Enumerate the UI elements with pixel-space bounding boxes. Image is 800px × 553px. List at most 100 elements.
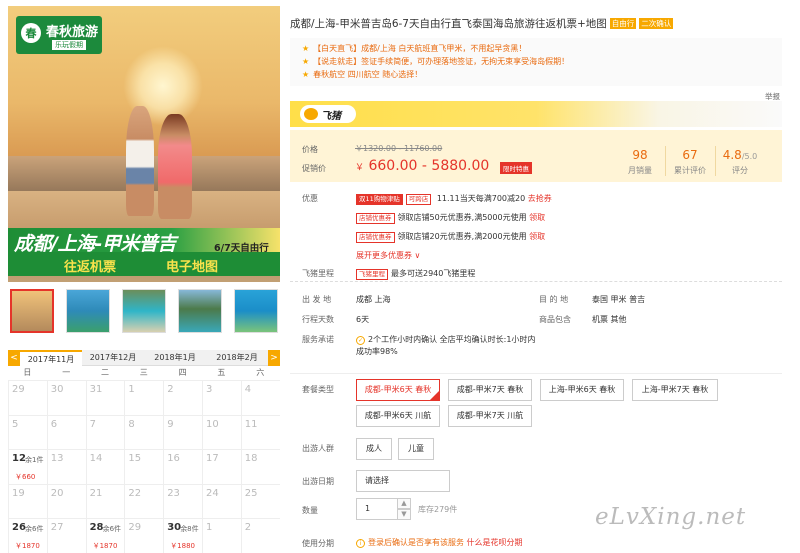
calendar-price: ￥660: [15, 473, 36, 481]
calendar-day: 9: [163, 414, 202, 449]
calendar-day: 13: [46, 449, 86, 484]
promo-tag-2: 可跨店: [405, 194, 432, 205]
calendar-day-number: 27: [50, 522, 64, 533]
chunqiu-logo: 春 春秋旅游 乐玩假期: [16, 16, 102, 54]
fliggy-name: 飞猪: [321, 110, 341, 122]
calendar-day: 27: [46, 518, 86, 553]
departure-value: 成都 上海: [356, 295, 391, 304]
people-adult-option[interactable]: 成人: [356, 438, 392, 460]
star-icon: ★: [302, 70, 310, 79]
calendar-day[interactable]: 30 余8件 ￥1880: [163, 518, 202, 553]
calendar-day: 8: [124, 414, 164, 449]
promo-tag: 店铺优惠券: [356, 213, 395, 224]
orig-price: ￥1320.00 - 11760.00: [355, 144, 443, 153]
destination-value: 泰国 甲米 普吉: [592, 295, 646, 304]
days-value: 6天: [356, 315, 370, 324]
highlight-2: ★ 【说走就走】签证手续简便，可办理落地签证，无拘无束享受海岛假期！: [302, 57, 570, 66]
banner-title: 成都/上海-甲米普吉: [14, 233, 176, 255]
woman-figure: [158, 114, 192, 219]
quantity-input[interactable]: 1: [356, 498, 398, 520]
logo-badge-icon: 春: [21, 23, 41, 43]
calendar-day: 2: [240, 518, 280, 553]
people-child-option[interactable]: 儿童: [398, 438, 434, 460]
limited-badge: 限时特惠: [500, 162, 532, 174]
package-option-5[interactable]: 成都-甲米6天 川航: [356, 405, 440, 427]
calendar-day[interactable]: 26 余6件 ￥1870: [8, 518, 47, 553]
calendar-day-number: 4: [244, 384, 252, 395]
calendar-tab-2018-02[interactable]: 2018年2月: [206, 350, 268, 366]
calendar-day: 1: [124, 380, 164, 415]
divider: [290, 281, 782, 282]
destination-label: 目 的 地: [539, 295, 569, 304]
calendar-day: 22: [124, 483, 164, 518]
more-coupons-link[interactable]: 展开更多优惠券 ∨: [356, 250, 420, 261]
calendar-day-number: 30: [50, 384, 64, 395]
calendar-next-button[interactable]: >: [268, 350, 280, 366]
promo-tag: 双11购物津贴: [356, 194, 403, 205]
calendar-month-tabs: < 2017年11月 2017年12月 2018年1月 2018年2月 >: [8, 350, 280, 366]
get-coupon-link[interactable]: 去抢券: [528, 194, 552, 203]
product-title: 成都/上海-甲米普吉岛6-7天自由行直飞泰国海岛旅游往返机票+地图 自由行 二次确认: [290, 16, 674, 31]
calendar-day-number: 14: [89, 453, 103, 464]
package-option-3[interactable]: 上海-甲米6天 春秋: [540, 379, 624, 401]
thumbnail-2[interactable]: [66, 289, 110, 333]
quantity-increase-button[interactable]: ▲: [397, 498, 411, 509]
includes-value: 机票 其他: [592, 315, 627, 324]
claim-coupon-link[interactable]: 领取: [529, 232, 545, 241]
calendar-day-number: 12: [12, 453, 26, 464]
calendar-day: 6: [46, 414, 86, 449]
calendar-prev-button[interactable]: <: [8, 350, 20, 366]
installment-help-link[interactable]: 什么是花呗分期: [467, 538, 523, 547]
package-option-1[interactable]: 成都-甲米6天 春秋: [356, 379, 440, 401]
thumbnail-5[interactable]: [234, 289, 278, 333]
calendar-day-number: 5: [12, 418, 19, 430]
thumbnail-3[interactable]: [122, 289, 166, 333]
package-option-4[interactable]: 上海-甲米7天 春秋: [632, 379, 718, 401]
star-icon: ★: [302, 57, 310, 66]
thumbnail-1[interactable]: [10, 289, 54, 333]
stat-reviews[interactable]: 67 累计评价: [665, 148, 715, 176]
calendar-day: 20: [46, 483, 86, 518]
fliggy-bar: [290, 101, 782, 127]
calendar-day-number: 24: [206, 487, 219, 499]
package-option-6[interactable]: 成都-甲米7天 川航: [448, 405, 532, 427]
weekday-2: 二: [100, 368, 109, 377]
package-type-label: 套餐类型: [302, 385, 334, 394]
calendar-day-number: 17: [206, 453, 219, 464]
promos-label: 优惠: [302, 194, 318, 203]
calendar-day: 7: [85, 414, 125, 449]
calendar-day: 18: [240, 449, 280, 484]
calendar-day-number: 22: [128, 487, 142, 499]
calendar-day: 24: [202, 483, 241, 518]
calendar-tab-2017-11[interactable]: 2017年11月: [20, 350, 82, 366]
calendar-day[interactable]: 28 余6件 ￥1870: [85, 518, 125, 553]
calendar-tab-2017-12[interactable]: 2017年12月: [82, 350, 144, 366]
calendar-day[interactable]: 12 余1件 ￥660: [8, 449, 47, 484]
stat-rating: 4.8/5.0 评分: [722, 148, 758, 175]
calendar-day: 19: [8, 483, 47, 518]
selected-check-icon: [430, 381, 439, 401]
calendar-price: ￥1880: [170, 542, 196, 550]
tag-reconfirm: 二次确认: [639, 18, 674, 29]
quantity-label: 数量: [302, 506, 318, 515]
calendar-day-number: 2: [244, 522, 252, 533]
logo-brand: 春秋旅游: [46, 25, 99, 40]
claim-coupon-link[interactable]: 领取: [529, 213, 545, 222]
calendar-stock: 余1件: [25, 456, 44, 464]
calendar-day-number: 2: [167, 384, 174, 395]
thumbnail-4[interactable]: [178, 289, 222, 333]
highlight-1: ★ 【白天直飞】成都/上海 白天航班直飞甲米，不用起早贪黑！: [302, 44, 527, 53]
date-select[interactable]: 请选择: [356, 470, 450, 492]
calendar-day-number: 1: [206, 522, 213, 533]
mileage-row: 飞猪里程 最多可送2940飞猪里程: [356, 268, 475, 280]
calendar-day-number: 23: [167, 487, 180, 499]
promo-row-2: 店铺优惠券 领取店铺50元优惠券,满5000元使用 领取: [356, 212, 545, 224]
promo-price-label: 促销价: [302, 164, 326, 173]
calendar-day: 21: [85, 483, 125, 518]
highlight-3: ★ 春秋航空 四川航空 随心选择！: [302, 70, 423, 79]
calendar-day-number: 25: [244, 487, 258, 499]
calendar-tab-2018-01[interactable]: 2018年1月: [144, 350, 206, 366]
check-icon: ✓: [356, 336, 365, 345]
package-option-2[interactable]: 成都-甲米7天 春秋: [448, 379, 532, 401]
quantity-decrease-button[interactable]: ▼: [397, 509, 411, 520]
